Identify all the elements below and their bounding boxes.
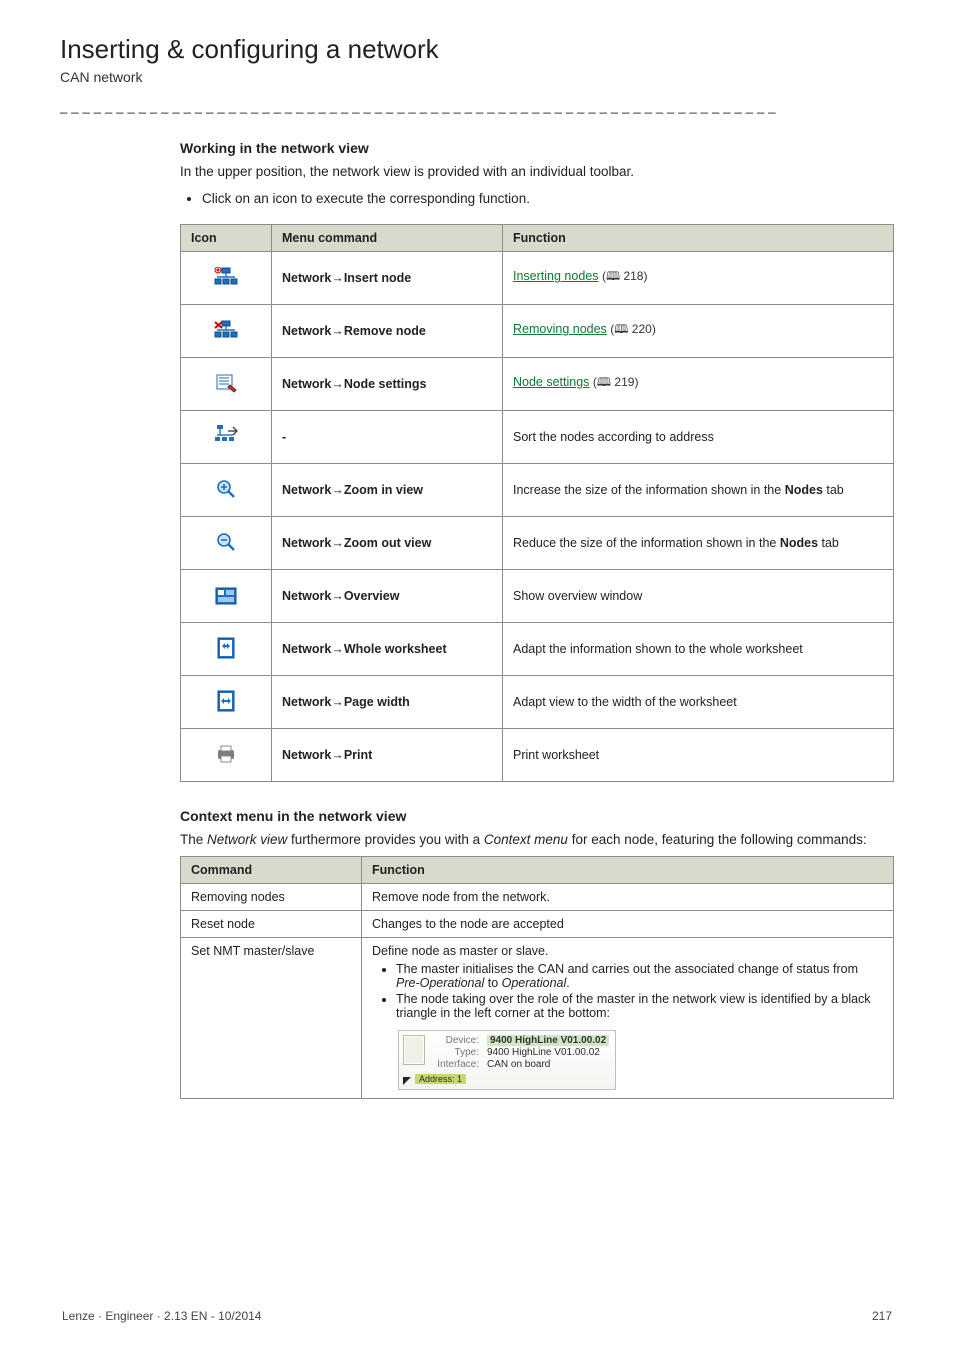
function-link[interactable]: Inserting nodes: [513, 269, 598, 283]
working-intro: In the upper position, the network view …: [180, 162, 894, 182]
menu-pre: Network: [282, 589, 331, 603]
table-row: Network→Node settings Node settings (🕮 2…: [181, 357, 894, 410]
footer-left: Lenze · Engineer · 2.13 EN - 10/2014: [62, 1309, 261, 1323]
menu-post: Overview: [344, 589, 400, 603]
node-settings-icon: [213, 371, 239, 395]
function-text: Increase the size of the information sho…: [503, 463, 894, 516]
page-ref: (🕮 220): [610, 322, 656, 336]
table-row: Reset node Changes to the node are accep…: [181, 911, 894, 938]
function-link[interactable]: Node settings: [513, 375, 589, 389]
th-function: Function: [362, 857, 894, 884]
menu-post: Zoom out view: [344, 536, 432, 550]
ctx-cmd: Set NMT master/slave: [181, 938, 362, 1099]
working-heading: Working in the network view: [180, 140, 894, 156]
arrow-icon: →: [331, 695, 344, 709]
sort-address-icon: [213, 424, 239, 448]
menu-pre: Network: [282, 271, 331, 285]
arrow-icon: →: [331, 536, 344, 550]
arrow-icon: →: [331, 748, 344, 762]
arrow-icon: →: [331, 483, 344, 497]
ctx-line: Define node as master or slave.: [372, 944, 883, 958]
zoom-out-icon: [213, 530, 239, 554]
th-menu: Menu command: [272, 224, 503, 251]
footer-page-number: 217: [872, 1309, 892, 1323]
zoom-in-icon: [213, 477, 239, 501]
table-row: Network→Page width Adapt view to the wid…: [181, 675, 894, 728]
insert-node-icon: [213, 265, 239, 289]
function-text: Adapt the information shown to the whole…: [503, 622, 894, 675]
table-row: Network→Zoom in view Increase the size o…: [181, 463, 894, 516]
context-intro: The Network view furthermore provides yo…: [180, 830, 894, 850]
arrow-icon: →: [331, 271, 344, 285]
divider-dashes: _ _ _ _ _ _ _ _ _ _ _ _ _ _ _ _ _ _ _ _ …: [60, 99, 894, 114]
ctx-func: Changes to the node are accepted: [362, 911, 894, 938]
menu-post: Remove node: [344, 324, 426, 338]
table-row: Network→Zoom out view Reduce the size of…: [181, 516, 894, 569]
arrow-icon: →: [331, 589, 344, 603]
table-row: Network→Whole worksheet Adapt the inform…: [181, 622, 894, 675]
function-link[interactable]: Removing nodes: [513, 322, 607, 336]
table-row: Network→Print Print worksheet: [181, 728, 894, 781]
ctx-bullet: The node taking over the role of the mas…: [396, 992, 883, 1020]
page-subtitle: CAN network: [60, 69, 894, 85]
print-icon: [213, 742, 239, 766]
menu-pre: Network: [282, 642, 331, 656]
function-text: Print worksheet: [503, 728, 894, 781]
context-heading: Context menu in the network view: [180, 808, 894, 824]
remove-node-icon: [213, 318, 239, 342]
menu-post: Print: [344, 748, 372, 762]
ctx-func: Remove node from the network.: [362, 884, 894, 911]
page-width-icon: [213, 689, 239, 713]
th-function: Function: [503, 224, 894, 251]
menu-post: Page width: [344, 695, 410, 709]
menu-pre: Network: [282, 324, 331, 338]
menu-pre: Network: [282, 748, 331, 762]
table-row: Set NMT master/slave Define node as mast…: [181, 938, 894, 1099]
ctx-cmd: Removing nodes: [181, 884, 362, 911]
function-text: Adapt view to the width of the worksheet: [503, 675, 894, 728]
table-row: Network→Overview Show overview window: [181, 569, 894, 622]
table-row: Removing nodes Remove node from the netw…: [181, 884, 894, 911]
context-table: Command Function Removing nodes Remove n…: [180, 856, 894, 1099]
overview-icon: [213, 584, 239, 608]
node-thumbnail: [403, 1035, 425, 1065]
ctx-bullet: The master initialises the CAN and carri…: [396, 962, 883, 990]
th-icon: Icon: [181, 224, 272, 251]
th-command: Command: [181, 857, 362, 884]
menu-post: Node settings: [344, 377, 427, 391]
ctx-func: Define node as master or slave. The mast…: [362, 938, 894, 1099]
table-row: - Sort the nodes according to address: [181, 410, 894, 463]
arrow-icon: →: [331, 377, 344, 391]
whole-worksheet-icon: [213, 636, 239, 660]
working-bullet: Click on an icon to execute the correspo…: [202, 188, 894, 210]
function-text: Reduce the size of the information shown…: [503, 516, 894, 569]
menu-post: Zoom in view: [344, 483, 423, 497]
menu-pre: Network: [282, 377, 331, 391]
menu-plain: -: [272, 410, 503, 463]
ctx-cmd: Reset node: [181, 911, 362, 938]
page-ref: (🕮 218): [602, 269, 648, 283]
page-title: Inserting & configuring a network: [60, 34, 894, 65]
table-row: Network→Remove node Removing nodes (🕮 22…: [181, 304, 894, 357]
master-triangle-icon: [403, 1077, 411, 1085]
menu-pre: Network: [282, 695, 331, 709]
arrow-icon: →: [331, 324, 344, 338]
master-node-preview: Device:9400 HighLine V01.00.02 Type:9400…: [398, 1030, 616, 1090]
menu-pre: Network: [282, 536, 331, 550]
menu-post: Whole worksheet: [344, 642, 447, 656]
table-row: Network→Insert node Inserting nodes (🕮 2…: [181, 251, 894, 304]
function-text: Show overview window: [503, 569, 894, 622]
arrow-icon: →: [331, 642, 344, 656]
function-text: Sort the nodes according to address: [503, 410, 894, 463]
menu-pre: Network: [282, 483, 331, 497]
menu-post: Insert node: [344, 271, 411, 285]
page-ref: (🕮 219): [593, 375, 639, 389]
icons-table: Icon Menu command Function: [180, 224, 894, 782]
